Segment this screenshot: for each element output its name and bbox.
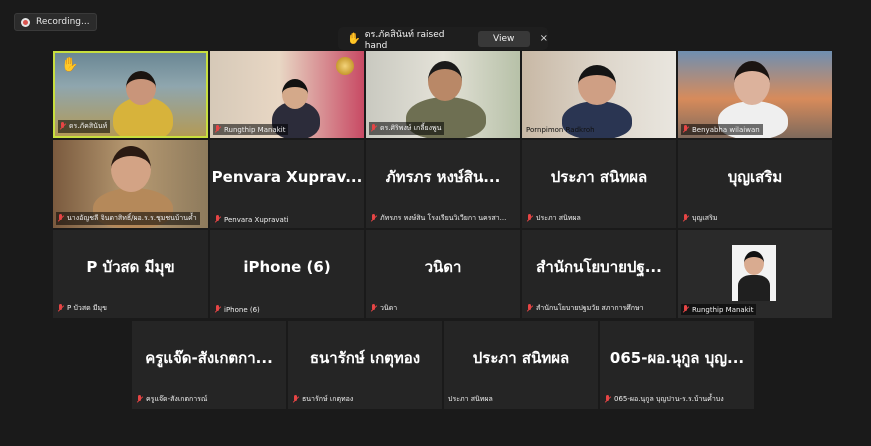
mic-muted-icon [292, 395, 299, 404]
participant-tile[interactable]: 065-ผอ.นุกูล บุญ... 065-ผอ.นุกูล บุญปาน-… [600, 321, 754, 409]
profile-picture [732, 245, 776, 301]
participant-display-name: iPhone (6) [243, 258, 331, 276]
participant-display-name: ครูแจ๊ด-สังเกตกา... [145, 349, 273, 367]
participant-tile[interactable]: iPhone (6) iPhone (6) [210, 230, 364, 318]
participant-tile[interactable]: Rungthip Manakit [210, 51, 364, 138]
participant-display-name: Penvara Xuprav... [211, 168, 363, 186]
mic-muted-icon [214, 215, 221, 224]
participant-display-name: ประภา สนิทผล [550, 168, 648, 186]
participant-display-name: บุญเสริม [727, 168, 783, 186]
participant-head [126, 71, 156, 105]
participant-head [578, 65, 616, 105]
participant-tile[interactable]: ✋ ดร.ภัคสินันท์ [53, 51, 208, 138]
participant-display-name: วนิดา [424, 258, 462, 276]
participant-display-name: ภัทรภร หงษ์สิน... [385, 168, 501, 186]
participant-head [111, 146, 151, 192]
participant-tile[interactable]: Pornpimon Radkroh [522, 51, 676, 138]
mic-muted-icon [59, 122, 66, 131]
participant-tile[interactable]: ภัทรภร หงษ์สิน... ภัทรภร หงษ์สิน โรงเรีย… [366, 140, 520, 228]
participant-head [744, 251, 764, 275]
participant-tile[interactable]: บุญเสริม บุญเสริม [678, 140, 832, 228]
emblem-icon [336, 57, 354, 75]
participant-name: วนิดา [369, 302, 400, 315]
recording-indicator[interactable]: Recording... [14, 13, 97, 31]
participant-tile[interactable]: P บัวสด มีมุข P บัวสด มีมุข [53, 230, 208, 318]
mic-muted-icon [136, 395, 143, 404]
participant-tile[interactable]: ประภา สนิทผล ประภา สนิทผล [522, 140, 676, 228]
raised-hand-notification: ✋ ดร.ภัคสินันท์ raised hand View × [338, 27, 548, 51]
participant-video [738, 275, 770, 301]
participant-display-name: ประภา สนิทผล [472, 349, 570, 367]
participant-tile[interactable]: วนิดา วนิดา [366, 230, 520, 318]
participant-name: 065-ผอ.นุกูล บุญปาน-ร.ร.บ้านค้ำบง [603, 393, 727, 406]
recording-label: Recording... [36, 17, 90, 27]
participant-tile[interactable]: ดร.ศิริพงษ์ เกลี้ยงพูน [366, 51, 520, 138]
record-icon [21, 17, 30, 27]
participant-tile[interactable]: สำนักนโยบายปฐ... สำนักนโยบายปฐมวัย สภากา… [522, 230, 676, 318]
participant-name: ประภา สนิทผล [525, 212, 584, 225]
mic-muted-icon [682, 305, 689, 314]
participant-head [282, 79, 308, 109]
participant-tile[interactable]: ครูแจ๊ด-สังเกตกา... ครูแจ๊ด-สังเกตการณ์ [132, 321, 286, 409]
participant-name: iPhone (6) [213, 304, 263, 315]
participant-tile[interactable]: Rungthip Manakit [678, 230, 832, 318]
participant-tile[interactable]: ธนารักษ์ เกตุทอง ธนารักษ์ เกตุทอง [288, 321, 442, 409]
participant-head [428, 61, 462, 101]
view-button[interactable]: View [477, 30, 530, 47]
mic-muted-icon [57, 304, 64, 313]
participant-head [734, 61, 770, 105]
close-icon[interactable]: × [540, 33, 548, 44]
participant-name: ภัทรภร หงษ์สิน โรงเรียนวิเวียกา นครสา... [369, 212, 509, 225]
mic-muted-icon [604, 395, 611, 404]
participant-display-name: สำนักนโยบายปฐ... [536, 258, 662, 276]
participant-tile[interactable]: Benyabha wilaiwan [678, 51, 832, 138]
participant-name: Pornpimon Radkroh [526, 126, 595, 134]
mic-muted-icon [370, 214, 377, 223]
participant-name: ครูแจ๊ด-สังเกตการณ์ [135, 393, 210, 406]
participant-display-name: 065-ผอ.นุกูล บุญ... [609, 349, 745, 367]
participant-name: ประภา สนิทผล [448, 395, 493, 403]
participant-tile[interactable]: ประภา สนิทผล ประภา สนิทผล [444, 321, 598, 409]
raised-hand-icon: ✋ [61, 57, 79, 73]
participant-display-name: ธนารักษ์ เกตุทอง [309, 349, 421, 367]
mic-muted-icon [526, 304, 533, 313]
participant-display-name: P บัวสด มีมุข [86, 258, 175, 276]
participant-name: บุญเสริม [681, 212, 720, 225]
participant-name: Benyabha wilaiwan [681, 124, 763, 135]
mic-muted-icon [682, 125, 689, 134]
participant-name: นางอัญชลี จินดาสิทธิ์/ผอ.ร.ร.ชุมชนบ้านค้… [56, 212, 200, 225]
participant-tile[interactable]: Penvara Xuprav... Penvara Xupravati [210, 140, 364, 228]
participant-name: Rungthip Manakit [213, 124, 289, 135]
participant-name: ดร.ศิริพงษ์ เกลี้ยงพูน [369, 122, 445, 135]
participant-name: ดร.ภัคสินันท์ [58, 120, 111, 133]
mic-muted-icon [682, 214, 689, 223]
participant-name: ธนารักษ์ เกตุทอง [291, 393, 356, 406]
participant-name: Penvara Xupravati [213, 214, 292, 225]
participant-tile[interactable]: นางอัญชลี จินดาสิทธิ์/ผอ.ร.ร.ชุมชนบ้านค้… [53, 140, 208, 228]
mic-muted-icon [370, 304, 377, 313]
participant-name: P บัวสด มีมุข [56, 302, 110, 315]
mic-muted-icon [57, 214, 64, 223]
notification-text: ดร.ภัคสินันท์ raised hand [364, 29, 445, 51]
mic-muted-icon [214, 305, 221, 314]
mic-muted-icon [214, 125, 221, 134]
participant-name: สำนักนโยบายปฐมวัย สภาการศึกษา [525, 302, 647, 315]
participant-name: Rungthip Manakit [681, 304, 757, 315]
raised-hand-icon: ✋ [347, 32, 361, 45]
mic-muted-icon [526, 214, 533, 223]
mic-muted-icon [370, 124, 377, 133]
